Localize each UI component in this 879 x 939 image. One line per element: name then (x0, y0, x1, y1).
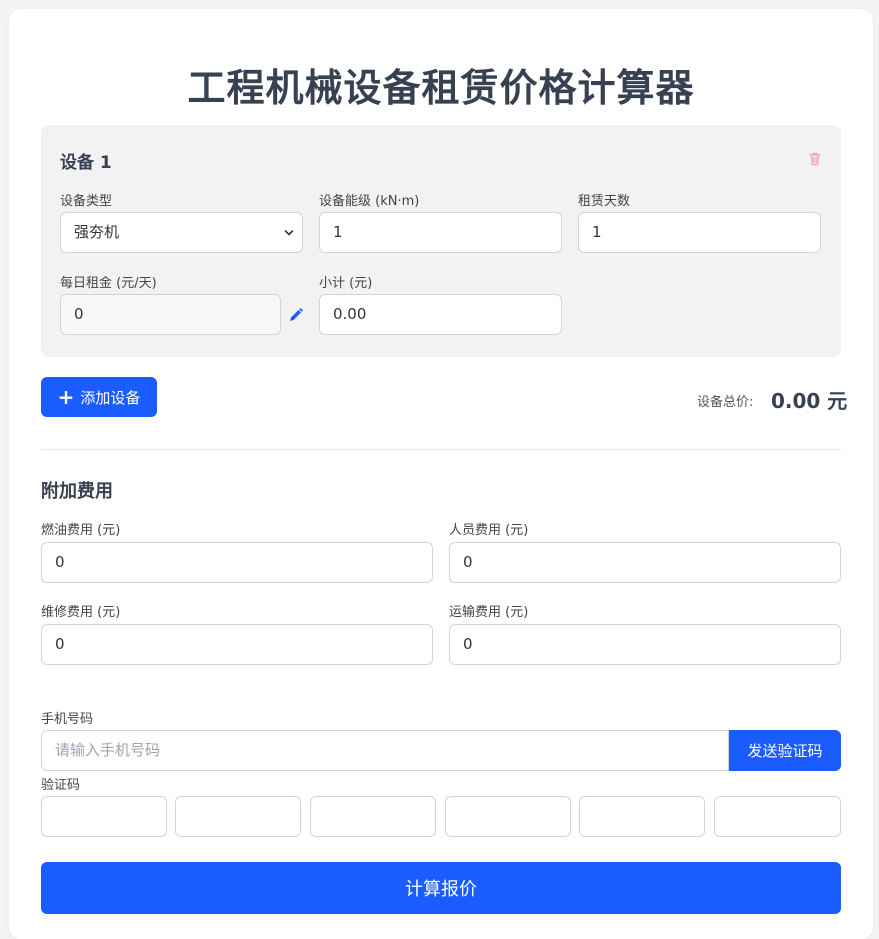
rental-days-input[interactable]: 1 (578, 212, 821, 253)
code-label: 验证码 (41, 778, 81, 793)
phone-label: 手机号码 (41, 712, 94, 727)
pencil-icon[interactable] (288, 307, 304, 323)
staff-fee-label: 人员费用 (元) (449, 523, 529, 538)
page-title: 工程机械设备租赁价格计算器 (187, 66, 695, 110)
chevron-down-icon (284, 230, 294, 236)
phone-input[interactable]: 请输入手机号码 (41, 730, 729, 771)
send-code-button[interactable]: 发送验证码 (729, 730, 841, 771)
repair-fee-label: 维修费用 (元) (41, 605, 121, 620)
fuel-fee-input[interactable]: 0 (41, 542, 433, 583)
add-device-button[interactable]: + 添加设备 (41, 377, 157, 417)
fuel-fee-label: 燃油费用 (元) (41, 523, 121, 538)
transport-fee-label: 运输费用 (元) (449, 605, 529, 620)
add-device-label: 添加设备 (80, 388, 141, 407)
trash-icon[interactable] (807, 151, 823, 167)
device-energy-input[interactable]: 1 (319, 212, 562, 253)
staff-fee-input[interactable]: 0 (449, 542, 841, 583)
device-type-value: 强夯机 (74, 223, 120, 241)
device-total-label: 设备总价: (697, 395, 754, 410)
code-digit-input[interactable] (714, 796, 841, 837)
code-digit-input[interactable] (445, 796, 571, 837)
code-digit-input[interactable] (41, 796, 167, 837)
code-digit-input[interactable] (579, 796, 705, 837)
repair-fee-input[interactable]: 0 (41, 624, 433, 665)
daily-rent-input[interactable]: 0 (60, 294, 281, 335)
section-divider (41, 449, 841, 450)
code-digit-input[interactable] (175, 796, 301, 837)
rental-days-label: 租赁天数 (578, 194, 631, 209)
calculator-card: 工程机械设备租赁价格计算器 设备 1 设备类型 强夯机 设备能级 (kN·m) … (9, 9, 873, 939)
plus-icon: + (57, 385, 75, 409)
subtotal-label: 小计 (元) (319, 276, 373, 291)
device-type-label: 设备类型 (60, 194, 113, 209)
daily-rent-label: 每日租金 (元/天) (60, 276, 157, 291)
device-type-select[interactable]: 强夯机 (60, 212, 303, 253)
transport-fee-input[interactable]: 0 (449, 624, 841, 665)
code-digit-input[interactable] (310, 796, 436, 837)
calculate-quote-button[interactable]: 计算报价 (41, 862, 841, 914)
device-total-value: 0.00 元 (771, 389, 848, 413)
device-title: 设备 1 (60, 153, 112, 173)
subtotal-input[interactable]: 0.00 (319, 294, 562, 335)
device-energy-label: 设备能级 (kN·m) (319, 194, 420, 209)
device-panel: 设备 1 设备类型 强夯机 设备能级 (kN·m) 1 租赁天数 1 每日租金 … (41, 125, 841, 357)
extra-fees-title: 附加费用 (41, 481, 113, 502)
